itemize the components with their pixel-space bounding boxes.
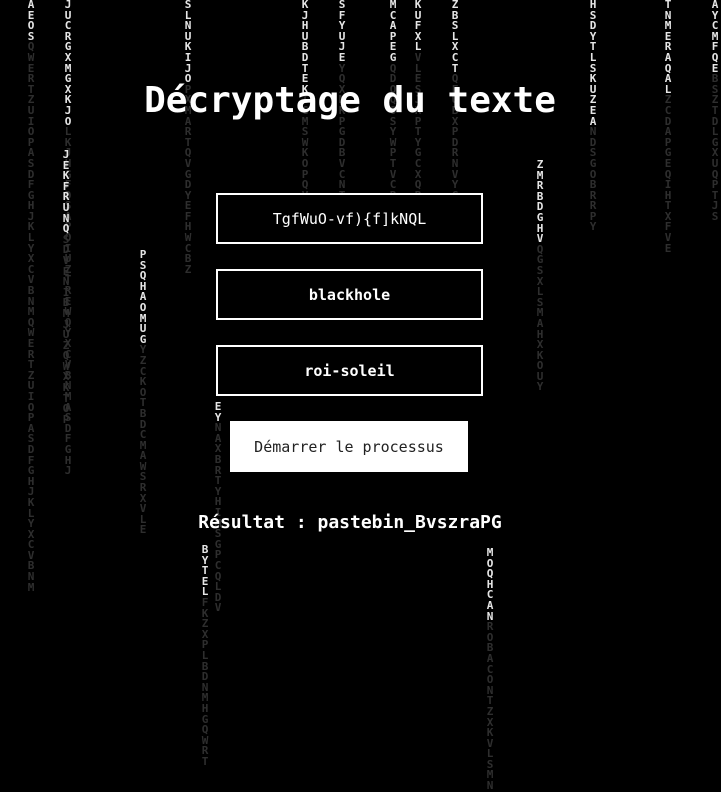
ciphertext-input[interactable] (216, 193, 483, 244)
key-input[interactable] (216, 269, 483, 320)
key2-input[interactable] (216, 345, 483, 396)
rain-dim-trail: R O B A C O N T Z X K V L S M N (486, 620, 494, 792)
page-title: Décryptage du texte (144, 80, 556, 121)
start-process-button[interactable]: Démarrer le processus (230, 421, 468, 472)
decrypt-panel: Décryptage du texte Démarrer le processu… (0, 0, 721, 632)
result-text: Résultat : pastebin_BvszraPG (198, 512, 502, 533)
